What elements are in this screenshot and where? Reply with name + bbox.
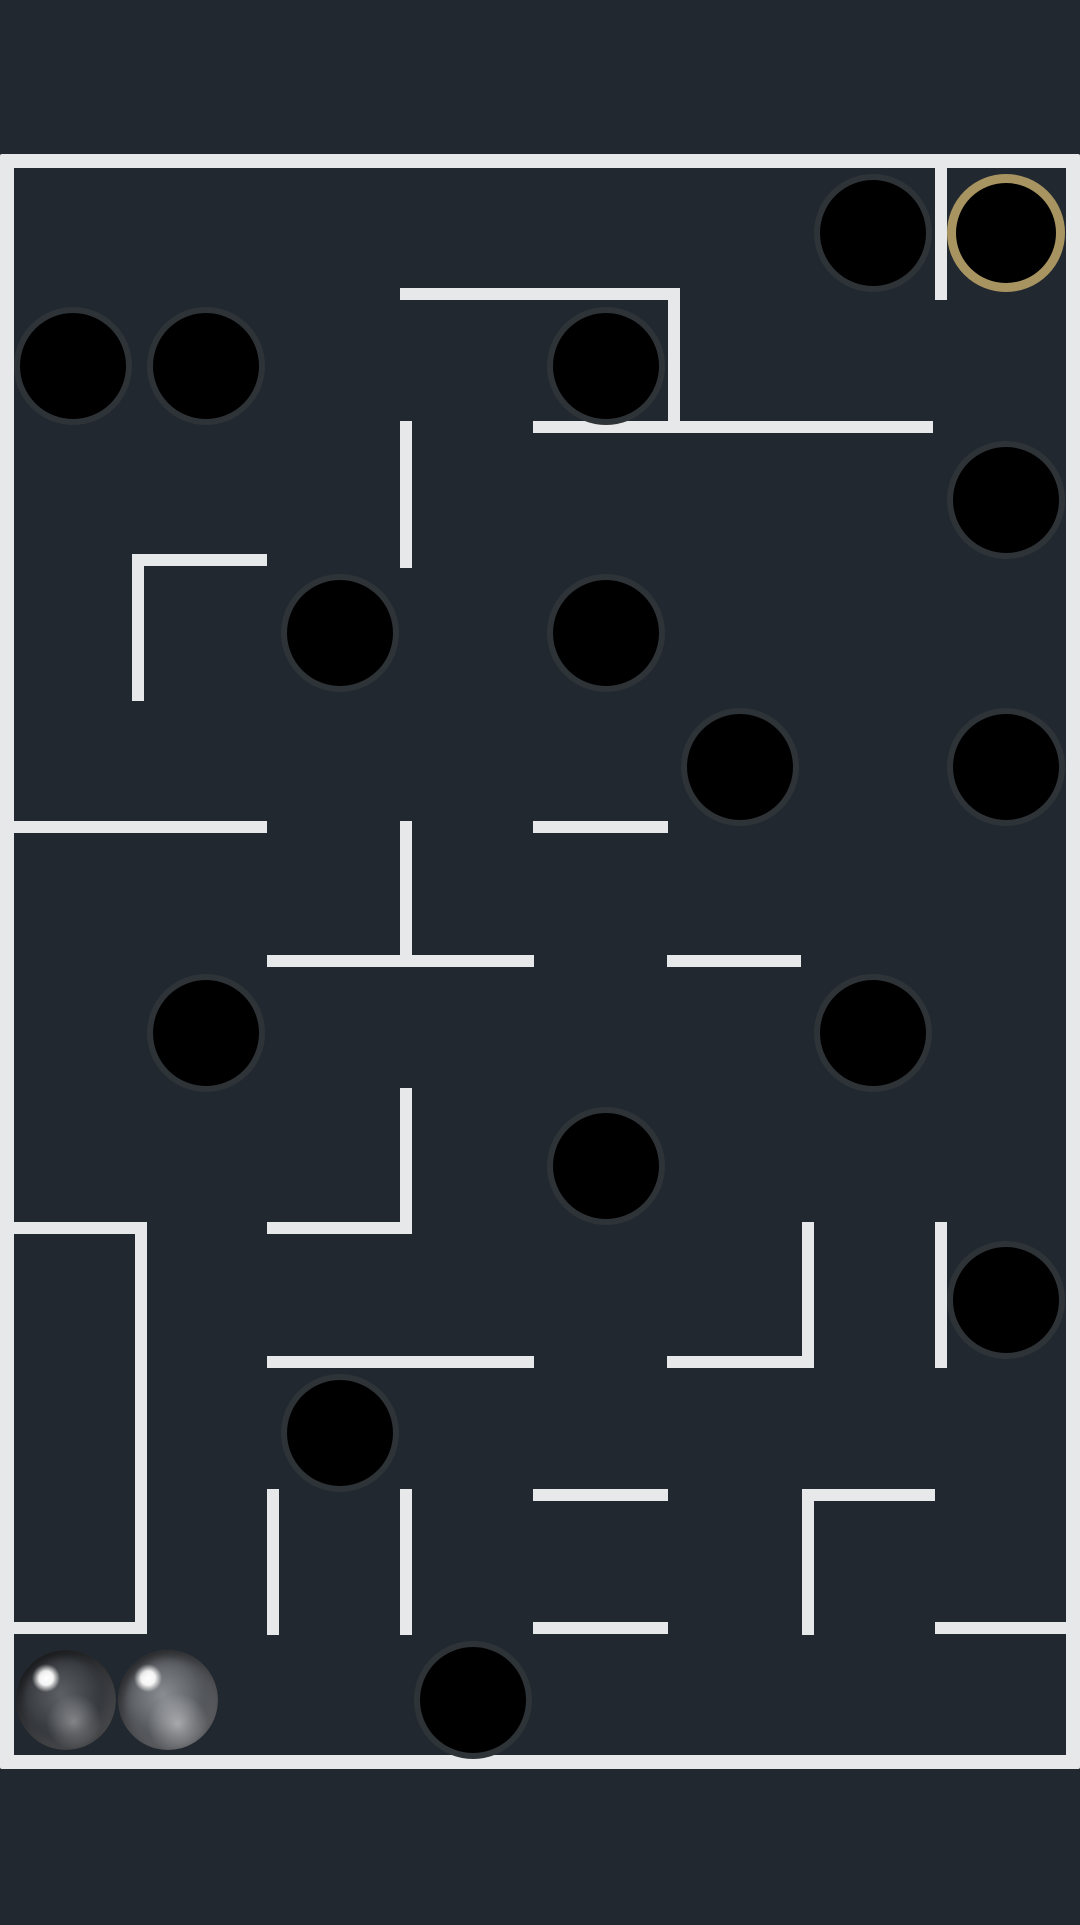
- maze-wall: [267, 1356, 534, 1368]
- marble-ball[interactable]: [118, 1650, 218, 1750]
- hole: [414, 1641, 532, 1759]
- maze-wall: [267, 955, 534, 967]
- hole: [547, 574, 665, 692]
- maze-wall: [935, 1222, 947, 1368]
- hole: [147, 307, 265, 425]
- maze-wall: [400, 1088, 412, 1234]
- maze-wall: [135, 1222, 147, 1634]
- maze-wall: [533, 1622, 668, 1634]
- maze-wall: [667, 955, 801, 967]
- hole: [814, 174, 932, 292]
- maze-wall: [0, 1622, 147, 1634]
- maze-wall: [267, 1489, 279, 1635]
- maze-wall: [802, 1222, 814, 1368]
- maze-wall: [400, 288, 680, 300]
- hole: [947, 1241, 1065, 1359]
- maze-wall: [935, 166, 947, 300]
- maze-wall: [400, 1489, 412, 1635]
- hole: [547, 307, 665, 425]
- maze-wall: [667, 1356, 814, 1368]
- hole: [947, 441, 1065, 559]
- maze-wall: [802, 1489, 814, 1635]
- goal-hole: [947, 174, 1065, 292]
- hole: [681, 708, 799, 826]
- maze-wall: [0, 821, 267, 833]
- maze-wall: [0, 1222, 147, 1234]
- game-screen: [0, 0, 1080, 1925]
- maze-wall: [132, 554, 144, 701]
- maze-wall: [400, 421, 412, 568]
- hole: [814, 974, 932, 1092]
- maze-wall: [802, 1489, 935, 1501]
- marble-ball[interactable]: [16, 1650, 116, 1750]
- maze-wall: [400, 821, 412, 956]
- maze-wall: [267, 1222, 412, 1234]
- hole: [281, 1374, 399, 1492]
- maze-wall: [533, 821, 668, 833]
- maze-wall: [132, 554, 267, 566]
- maze-wall: [935, 1622, 1070, 1634]
- hole: [547, 1107, 665, 1225]
- hole: [281, 574, 399, 692]
- maze-wall: [533, 1489, 668, 1501]
- hole: [147, 974, 265, 1092]
- hole: [947, 708, 1065, 826]
- hole: [14, 307, 132, 425]
- maze-wall: [668, 288, 680, 426]
